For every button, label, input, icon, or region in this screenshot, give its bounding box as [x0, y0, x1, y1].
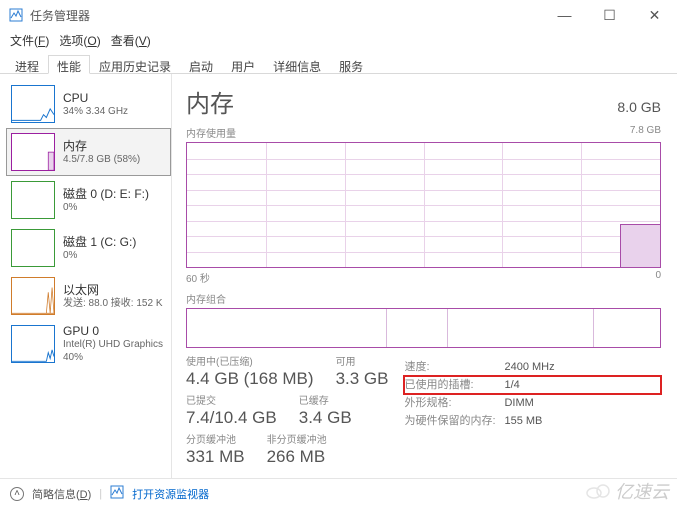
nonpaged-value: 266 MB — [267, 447, 327, 467]
slot-modified — [387, 309, 448, 347]
sidebar-mem-label: 内存 — [63, 139, 140, 153]
paged-value: 331 MB — [186, 447, 245, 467]
avail-value: 3.3 GB — [336, 369, 389, 389]
chart-usage-max: 7.8 GB — [630, 125, 661, 140]
cached-value: 3.4 GB — [299, 408, 352, 428]
sidebar-cpu-sub: 34% 3.34 GHz — [63, 105, 128, 118]
footer: ˄ 简略信息(D) | 打开资源监视器 — [0, 478, 677, 508]
menu-bar: 文件(F) 选项(O) 查看(V) — [0, 30, 677, 50]
commit-label: 已提交 — [186, 395, 277, 408]
memory-composition-chart[interactable] — [186, 308, 661, 348]
sidebar-disk1-sub: 0% — [63, 249, 136, 262]
sidebar-item-memory[interactable]: 内存 4.5/7.8 GB (58%) — [6, 128, 171, 176]
cpu-thumb-chart — [11, 85, 55, 123]
sidebar-mem-sub: 4.5/7.8 GB (58%) — [63, 153, 140, 166]
content: CPU 34% 3.34 GHz 内存 4.5/7.8 GB (58%) 磁盘 … — [0, 74, 677, 478]
sidebar: CPU 34% 3.34 GHz 内存 4.5/7.8 GB (58%) 磁盘 … — [0, 74, 172, 478]
tab-performance[interactable]: 性能 — [48, 55, 90, 74]
paged-label: 分页缓冲池 — [186, 434, 245, 447]
main-panel: 内存 8.0 GB 内存使用量 7.8 GB 60 秒 0 内存组 — [172, 74, 677, 478]
inuse-label: 使用中(已压缩) — [186, 356, 314, 369]
tab-startup[interactable]: 启动 — [180, 55, 222, 74]
slot-free — [594, 309, 660, 347]
tm-icon — [8, 7, 24, 23]
memory-usage-chart[interactable] — [186, 142, 661, 268]
tab-bar: 进程 性能 应用历史记录 启动 用户 详细信息 服务 — [0, 50, 677, 74]
sidebar-item-cpu[interactable]: CPU 34% 3.34 GHz — [6, 80, 171, 128]
tab-services[interactable]: 服务 — [330, 55, 372, 74]
sidebar-item-gpu0[interactable]: GPU 0 Intel(R) UHD Graphics 40% — [6, 320, 171, 368]
menu-options[interactable]: 选项(O) — [55, 31, 104, 50]
spec-speed: 速度:2400 MHz — [404, 358, 661, 376]
stats-area: 使用中(已压缩) 4.4 GB (168 MB) 可用 3.3 GB 已提交 7… — [186, 356, 661, 473]
eth-thumb-chart — [11, 277, 55, 315]
sidebar-disk1-label: 磁盘 1 (C: G:) — [63, 235, 136, 249]
time-axis-right: 0 — [655, 270, 661, 285]
sidebar-eth-sub: 发送: 88.0 接收: 152 K — [63, 297, 163, 310]
title-bar: 任务管理器 — ☐ ✕ — [0, 0, 677, 30]
spec-form: 外形规格:DIMM — [404, 394, 661, 412]
sidebar-item-disk1[interactable]: 磁盘 1 (C: G:) 0% — [6, 224, 171, 272]
close-button[interactable]: ✕ — [632, 0, 677, 30]
menu-file[interactable]: 文件(F) — [6, 31, 53, 50]
minimize-button[interactable]: — — [542, 0, 587, 30]
tab-users[interactable]: 用户 — [222, 55, 264, 74]
tab-details[interactable]: 详细信息 — [264, 55, 330, 74]
sidebar-item-ethernet[interactable]: 以太网 发送: 88.0 接收: 152 K — [6, 272, 171, 320]
sidebar-disk0-sub: 0% — [63, 201, 149, 214]
spec-slots: 已使用的插槽:1/4 — [404, 376, 661, 394]
page-title: 内存 — [186, 84, 234, 119]
sidebar-gpu-label: GPU 0 — [63, 324, 163, 338]
sidebar-gpu-sub2: 40% — [63, 351, 163, 364]
commit-value: 7.4/10.4 GB — [186, 408, 277, 428]
spec-reserved: 为硬件保留的内存:155 MB — [404, 412, 661, 430]
window-buttons: — ☐ ✕ — [542, 0, 677, 30]
fewer-details-button[interactable]: 简略信息(D) — [32, 486, 91, 502]
cached-label: 已缓存 — [299, 395, 352, 408]
inuse-value: 4.4 GB (168 MB) — [186, 369, 314, 389]
slot-inuse — [187, 309, 387, 347]
chart-usage-label: 内存使用量 — [186, 125, 236, 140]
gpu-thumb-chart — [11, 325, 55, 363]
disk0-thumb-chart — [11, 181, 55, 219]
open-resmon-link[interactable]: 打开资源监视器 — [132, 486, 209, 502]
sidebar-item-disk0[interactable]: 磁盘 0 (D: E: F:) 0% — [6, 176, 171, 224]
sidebar-eth-label: 以太网 — [63, 283, 163, 297]
memory-thumb-chart — [11, 133, 55, 171]
chevron-up-icon[interactable]: ˄ — [10, 487, 24, 501]
time-axis-left: 60 秒 — [186, 270, 210, 285]
sidebar-gpu-sub: Intel(R) UHD Graphics — [63, 338, 163, 351]
slot-standby — [448, 309, 594, 347]
maximize-button[interactable]: ☐ — [587, 0, 632, 30]
resmon-icon — [110, 485, 124, 502]
sidebar-disk0-label: 磁盘 0 (D: E: F:) — [63, 187, 149, 201]
chart-slots-label: 内存组合 — [186, 291, 226, 306]
menu-view[interactable]: 查看(V) — [107, 31, 155, 50]
avail-label: 可用 — [336, 356, 389, 369]
tab-app-history[interactable]: 应用历史记录 — [90, 55, 180, 74]
disk1-thumb-chart — [11, 229, 55, 267]
window-title: 任务管理器 — [30, 7, 542, 24]
tab-processes[interactable]: 进程 — [6, 55, 48, 74]
memory-total: 8.0 GB — [617, 99, 661, 115]
nonpaged-label: 非分页缓冲池 — [267, 434, 327, 447]
sidebar-cpu-label: CPU — [63, 91, 128, 105]
